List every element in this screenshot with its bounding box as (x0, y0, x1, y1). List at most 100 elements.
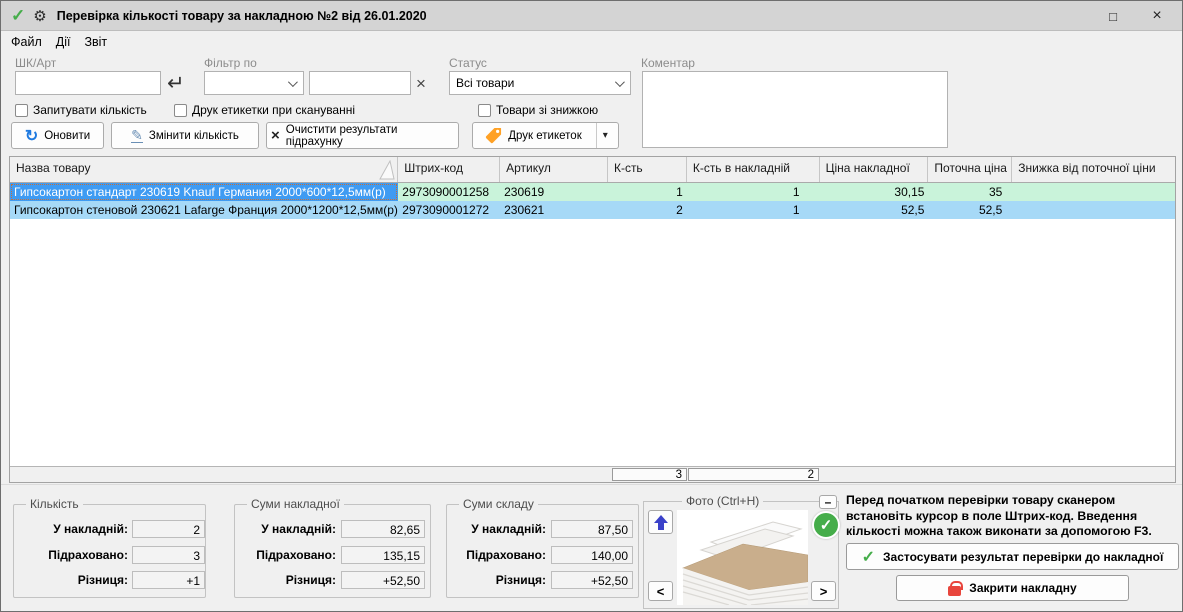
footer-divider (1, 484, 1182, 485)
qty-invoice-value: 2 (132, 520, 205, 538)
cell-name[interactable]: Гипсокартон стандарт 230619 Knauf Герман… (10, 183, 398, 201)
cell-qty-invoice[interactable]: 1 (687, 201, 820, 219)
minus-icon: – (825, 495, 832, 509)
total-qty: 3 (612, 468, 687, 481)
stock-sum-difference-value: +52,50 (551, 571, 633, 589)
check-icon: ✓ (862, 547, 875, 567)
table-row[interactable]: Гипсокартон стеновой 230621 Lafarge Фран… (10, 201, 1175, 219)
menu-file[interactable]: Файл (11, 35, 42, 49)
column-header-price-current[interactable]: Поточна ціна (928, 157, 1012, 182)
print-label-on-scan-checkbox[interactable]: Друк етикетки при скануванні (174, 102, 355, 118)
cell-article[interactable]: 230619 (500, 183, 608, 201)
maximize-button[interactable]: □ (1098, 5, 1128, 27)
table-empty-area (10, 219, 1175, 466)
column-header-qty-invoice[interactable]: К-сть в накладній (687, 157, 820, 182)
photo-prev-button[interactable]: < (648, 581, 673, 601)
barcode-input[interactable] (15, 71, 161, 95)
cell-discount[interactable] (1012, 183, 1175, 201)
print-labels-button[interactable]: Друк етикеток ▾ (472, 122, 619, 149)
print-labels-label: Друк етикеток (508, 130, 581, 142)
invoice-sums-group-title: Суми накладної (247, 497, 344, 511)
ask-quantity-checkbox[interactable]: Запитувати кількість (15, 102, 147, 118)
clear-results-label: Очистити результати підрахунку (286, 124, 454, 148)
status-select[interactable]: Всі товари (449, 71, 631, 95)
discounted-goods-checkbox[interactable]: Товари зі знижкою (478, 102, 598, 118)
table-row[interactable]: Гипсокартон стандарт 230619 Knauf Герман… (10, 183, 1175, 201)
photo-status-check-icon: ✓ (812, 511, 840, 539)
barcode-art-label: ШК/Арт (15, 56, 56, 70)
table-header-row: Назва товару Штрих-код Артикул К-сть К-с… (10, 157, 1175, 183)
stock-sum-invoice-value: 87,50 (551, 520, 633, 538)
table-totals-row: 3 2 (10, 466, 1175, 482)
filter-text-input[interactable] (309, 71, 411, 95)
menu-actions[interactable]: Дії (56, 35, 71, 49)
cell-price-current[interactable]: 52,5 (928, 201, 1012, 219)
close-invoice-button[interactable]: Закрити накладну (896, 575, 1129, 601)
cell-article[interactable]: 230621 (500, 201, 608, 219)
quantity-group: Кількість У накладній: 2 Підраховано: 3 … (13, 504, 206, 598)
chevron-down-icon (288, 77, 298, 87)
cell-discount[interactable] (1012, 201, 1175, 219)
checkbox-icon[interactable] (174, 104, 187, 117)
checkbox-label: Товари зі знижкою (496, 103, 598, 117)
change-quantity-button[interactable]: ✎ Змінити кількість (111, 122, 259, 149)
photo-collapse-button[interactable]: – (819, 495, 837, 509)
invoice-sum-difference-label: Різниця: (241, 573, 336, 587)
tag-icon (485, 127, 502, 144)
menu-report[interactable]: Звіт (84, 35, 107, 49)
qty-counted-label: Підраховано: (20, 548, 128, 562)
clear-filter-icon[interactable]: × (416, 74, 426, 94)
left-arrow-icon: < (657, 584, 665, 599)
column-header-discount[interactable]: Знижка від поточної ціни (1012, 157, 1175, 182)
check-icon: ✓ (11, 6, 25, 26)
instruction-text: Перед початком перевірки товару сканером… (846, 493, 1179, 540)
column-header-qty[interactable]: К-сть (608, 157, 687, 182)
cell-barcode[interactable]: 2973090001258 (398, 183, 500, 201)
photo-upload-button[interactable] (648, 510, 673, 534)
invoice-sum-counted-value: 135,15 (341, 546, 425, 564)
cell-name[interactable]: Гипсокартон стеновой 230621 Lafarge Фран… (10, 201, 398, 219)
invoice-sum-difference-value: +52,50 (341, 571, 425, 589)
checkbox-label: Друк етикетки при скануванні (192, 103, 355, 117)
refresh-label: Оновити (44, 130, 90, 142)
print-labels-dropdown[interactable]: ▾ (596, 123, 614, 148)
checkbox-icon[interactable] (15, 104, 28, 117)
column-header-price-invoice[interactable]: Ціна накладної (820, 157, 929, 182)
comment-textarea[interactable] (642, 71, 948, 148)
cell-qty[interactable]: 2 (608, 201, 687, 219)
dropdown-arrow-icon: ▾ (603, 130, 608, 141)
stock-sum-counted-label: Підраховано: (453, 548, 546, 562)
products-table: Назва товару Штрих-код Артикул К-сть К-с… (9, 156, 1176, 483)
refresh-button[interactable]: ↻ Оновити (11, 122, 104, 149)
apply-results-label: Застосувати результат перевірки до накла… (883, 550, 1163, 564)
qty-difference-label: Різниця: (20, 573, 128, 587)
cell-qty-invoice[interactable]: 1 (687, 183, 820, 201)
title-bar: ✓ ⚙ Перевірка кількості товару за наклад… (1, 1, 1182, 31)
close-button[interactable]: × (1142, 5, 1172, 27)
lock-icon (948, 586, 961, 596)
cell-barcode[interactable]: 2973090001272 (398, 201, 500, 219)
invoice-sum-counted-label: Підраховано: (241, 548, 336, 562)
sort-icon (379, 160, 395, 180)
chevron-down-icon (615, 77, 625, 87)
filter-by-select[interactable] (204, 71, 304, 95)
column-header-barcode[interactable]: Штрих-код (398, 157, 500, 182)
cell-price-invoice[interactable]: 30,15 (820, 183, 929, 201)
qty-difference-value: +1 (132, 571, 205, 589)
enter-icon: ↵ (167, 71, 185, 96)
clear-results-button[interactable]: × Очистити результати підрахунку (266, 122, 459, 149)
x-icon: × (271, 127, 280, 144)
cell-qty[interactable]: 1 (608, 183, 687, 201)
total-qty-invoice: 2 (688, 468, 819, 481)
cell-price-current[interactable]: 35 (928, 183, 1012, 201)
app-window: ✓ ⚙ Перевірка кількості товару за наклад… (0, 0, 1183, 612)
apply-results-button[interactable]: ✓ Застосувати результат перевірки до нак… (846, 543, 1179, 570)
column-header-name[interactable]: Назва товару (10, 157, 398, 182)
photo-next-button[interactable]: > (811, 581, 836, 601)
status-label: Статус (449, 56, 487, 70)
checkbox-icon[interactable] (478, 104, 491, 117)
quantity-group-title: Кількість (26, 497, 83, 511)
cell-price-invoice[interactable]: 52,5 (820, 201, 929, 219)
invoice-sum-invoice-value: 82,65 (341, 520, 425, 538)
column-header-article[interactable]: Артикул (500, 157, 608, 182)
